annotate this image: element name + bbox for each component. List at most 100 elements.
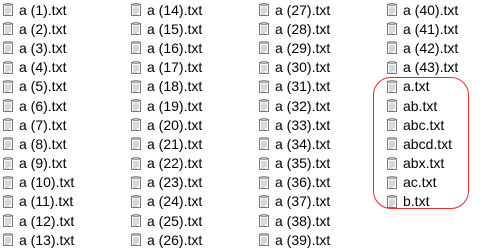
- file-item[interactable]: abcd.txt: [387, 134, 458, 153]
- file-item[interactable]: ac.txt: [387, 173, 458, 192]
- file-item[interactable]: a (1).txt: [3, 0, 74, 19]
- text-document-icon: [387, 41, 397, 55]
- file-name-label: a (29).txt: [275, 39, 331, 56]
- text-document-icon: [3, 195, 13, 208]
- file-name-label: a (35).txt: [275, 155, 331, 172]
- file-item[interactable]: a (30).txt: [259, 58, 330, 77]
- file-item[interactable]: ab.txt: [387, 96, 458, 115]
- file-item[interactable]: a (21).txt: [131, 134, 202, 153]
- text-document-icon: [387, 118, 397, 132]
- file-item[interactable]: a (14).txt: [131, 0, 202, 19]
- file-item[interactable]: a (20).txt: [131, 115, 202, 134]
- file-item[interactable]: a (33).txt: [259, 115, 330, 134]
- text-document-icon: [131, 79, 141, 93]
- file-name-label: a (3).txt: [19, 39, 67, 56]
- file-item[interactable]: a (9).txt: [3, 154, 74, 173]
- file-name-label: a (5).txt: [19, 78, 67, 95]
- file-name-label: a (23).txt: [147, 174, 203, 191]
- file-item[interactable]: a (4).txt: [3, 58, 74, 77]
- text-document-icon: [387, 137, 397, 151]
- file-item[interactable]: a (2).txt: [3, 19, 74, 38]
- file-item[interactable]: a (26).txt: [131, 230, 202, 249]
- file-item[interactable]: a (16).txt: [131, 38, 202, 57]
- file-item[interactable]: a (11).txt: [3, 192, 74, 211]
- file-name-label: a (2).txt: [19, 20, 67, 37]
- file-name-label: a (15).txt: [147, 20, 203, 37]
- file-column-3: a (27).txt a (28).txt a (29).txt a (30).txt…: [259, 0, 330, 249]
- file-item[interactable]: a (40).txt: [387, 0, 458, 19]
- text-document-icon: [131, 214, 141, 228]
- file-item[interactable]: a (24).txt: [131, 192, 202, 211]
- file-item[interactable]: a (5).txt: [3, 77, 74, 96]
- file-name-label: a (1).txt: [19, 1, 67, 18]
- file-name-label: a (31).txt: [275, 78, 331, 95]
- file-item[interactable]: a (19).txt: [131, 96, 202, 115]
- text-document-icon: [131, 41, 141, 55]
- text-document-icon: [3, 99, 13, 113]
- file-item[interactable]: a (38).txt: [259, 211, 330, 230]
- file-item[interactable]: a (10).txt: [3, 173, 74, 192]
- text-document-icon: [259, 41, 269, 55]
- file-item[interactable]: a (7).txt: [3, 115, 74, 134]
- file-item[interactable]: a (13).txt: [3, 230, 74, 249]
- file-item[interactable]: a (32).txt: [259, 96, 330, 115]
- text-document-icon: [259, 60, 269, 74]
- file-name-label: a (6).txt: [19, 97, 67, 114]
- file-item[interactable]: a (18).txt: [131, 77, 202, 96]
- file-item[interactable]: a (6).txt: [3, 96, 74, 115]
- text-document-icon: [131, 195, 141, 208]
- text-document-icon: [259, 3, 269, 17]
- file-item[interactable]: a (12).txt: [3, 211, 74, 230]
- text-document-icon: [259, 79, 269, 93]
- file-name-label: a (27).txt: [275, 1, 331, 18]
- file-item[interactable]: a (43).txt: [387, 58, 458, 77]
- file-item[interactable]: a (8).txt: [3, 134, 74, 153]
- file-item[interactable]: a (28).txt: [259, 19, 330, 38]
- file-item[interactable]: a (39).txt: [259, 230, 330, 249]
- file-item[interactable]: abc.txt: [387, 115, 458, 134]
- file-item[interactable]: a (15).txt: [131, 19, 202, 38]
- file-item[interactable]: a (42).txt: [387, 38, 458, 57]
- file-name-label: abcd.txt: [403, 135, 453, 152]
- text-document-icon: [259, 22, 269, 36]
- file-name-label: a (36).txt: [275, 174, 331, 191]
- file-item[interactable]: a (25).txt: [131, 211, 202, 230]
- file-name-label: a (11).txt: [19, 193, 74, 210]
- file-item[interactable]: a (22).txt: [131, 154, 202, 173]
- file-item[interactable]: a (37).txt: [259, 192, 330, 211]
- file-item[interactable]: a (35).txt: [259, 154, 330, 173]
- text-document-icon: [387, 175, 397, 189]
- file-item[interactable]: a (36).txt: [259, 173, 330, 192]
- text-document-icon: [259, 175, 269, 189]
- file-item[interactable]: a (31).txt: [259, 77, 330, 96]
- file-name-label: a (19).txt: [147, 97, 203, 114]
- file-item[interactable]: a.txt: [387, 77, 458, 96]
- file-item[interactable]: a (34).txt: [259, 134, 330, 153]
- file-name-label: a (9).txt: [19, 155, 67, 172]
- file-name-label: a (28).txt: [275, 20, 331, 37]
- file-item[interactable]: b.txt: [387, 192, 458, 211]
- text-document-icon: [387, 99, 397, 113]
- file-name-label: b.txt: [403, 193, 430, 210]
- file-name-label: a (24).txt: [147, 193, 203, 210]
- file-name-label: a (43).txt: [403, 59, 459, 76]
- file-name-label: ab.txt: [403, 97, 438, 114]
- file-name-label: a (12).txt: [19, 212, 75, 229]
- file-name-label: ac.txt: [403, 174, 437, 191]
- file-item[interactable]: a (29).txt: [259, 38, 330, 57]
- text-document-icon: [3, 41, 13, 55]
- file-name-label: a (17).txt: [147, 59, 203, 76]
- file-name-label: a (8).txt: [19, 135, 67, 152]
- file-item[interactable]: a (17).txt: [131, 58, 202, 77]
- text-document-icon: [131, 99, 141, 113]
- file-item[interactable]: a (41).txt: [387, 19, 458, 38]
- file-name-label: a (7).txt: [19, 116, 67, 133]
- file-item[interactable]: a (23).txt: [131, 173, 202, 192]
- file-item[interactable]: abx.txt: [387, 154, 458, 173]
- file-item[interactable]: a (3).txt: [3, 38, 74, 57]
- file-column-1: a (1).txt a (2).txt a (3).txt a (4).txt a (5…: [3, 0, 74, 249]
- file-item[interactable]: a (27).txt: [259, 0, 330, 19]
- file-name-label: a (26).txt: [147, 231, 203, 248]
- file-name-label: a (21).txt: [147, 135, 203, 152]
- file-name-label: a (37).txt: [275, 193, 331, 210]
